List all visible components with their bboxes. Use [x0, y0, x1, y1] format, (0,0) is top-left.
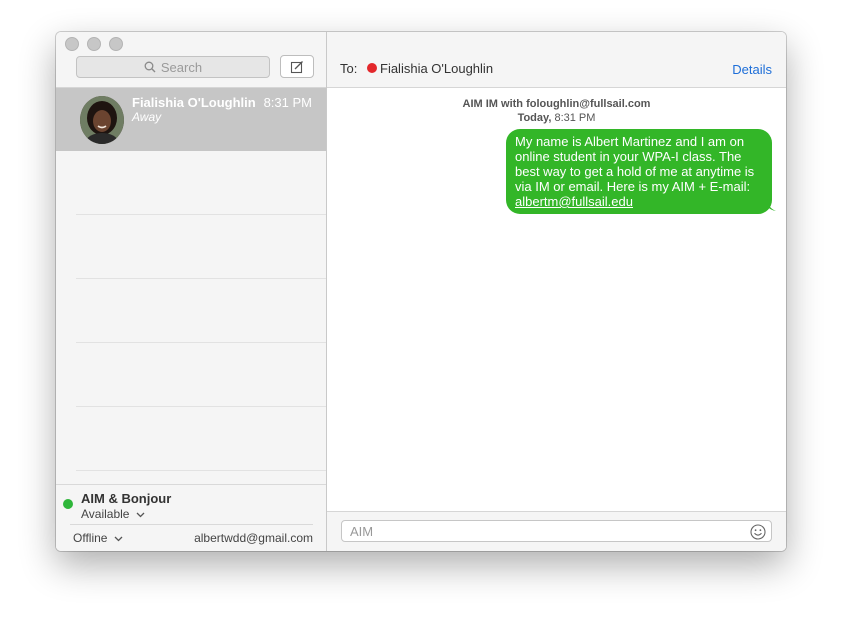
close-window-button[interactable]	[65, 37, 79, 51]
avatar	[80, 96, 124, 144]
message-input[interactable]	[341, 520, 772, 542]
search-icon	[144, 61, 156, 73]
search-placeholder: Search	[160, 59, 203, 75]
list-row-divider	[76, 214, 326, 215]
minimize-window-button[interactable]	[87, 37, 101, 51]
account-status-dot	[63, 499, 73, 509]
list-row-divider	[76, 470, 326, 471]
account-email: albertwdd@gmail.com	[194, 531, 313, 545]
composer-area	[327, 511, 786, 551]
search-input[interactable]: Search	[76, 56, 270, 78]
conversation-pane: To: Fialishia O'Loughlin Details AIM IM …	[327, 32, 786, 551]
offline-label: Offline	[73, 531, 108, 545]
offline-dropdown[interactable]: Offline	[73, 531, 123, 545]
chevron-down-icon	[114, 536, 123, 542]
compose-icon	[290, 60, 303, 73]
account-status-label: Available	[81, 507, 130, 521]
to-label: To:	[340, 61, 358, 76]
chat-date-day: Today,	[517, 112, 552, 124]
account-status-dropdown[interactable]: Available	[81, 507, 145, 521]
chat-timestamp: Today, 8:31 PM	[327, 112, 786, 124]
list-row-divider	[76, 342, 326, 343]
conversation-name: Fialishia O'Loughlin	[132, 95, 256, 110]
chat-service-info: AIM IM with foloughlin@fullsail.com	[462, 98, 651, 110]
account-name: AIM & Bonjour	[81, 491, 172, 506]
recipient-name[interactable]: Fialishia O'Loughlin	[380, 61, 493, 76]
bubble-tail	[767, 199, 776, 211]
messages-window: Search Fialishia O'Loughlin 8:31 PM Away…	[56, 32, 786, 551]
zoom-window-button[interactable]	[109, 37, 123, 51]
window-controls	[65, 37, 123, 51]
message-text: My name is Albert Martinez and I am on o…	[515, 134, 755, 194]
message-email-link[interactable]: albertm@fullsail.edu	[515, 194, 633, 209]
list-row-divider	[76, 278, 326, 279]
conversation-item[interactable]: Fialishia O'Loughlin 8:31 PM Away	[56, 88, 326, 151]
conversation-status: Away	[132, 110, 162, 124]
chat-date-time: 8:31 PM	[554, 112, 596, 124]
account-panel: AIM & Bonjour Available Offline albertwd…	[56, 484, 326, 551]
sidebar: Search Fialishia O'Loughlin 8:31 PM Away…	[56, 32, 327, 551]
conversation-header: To: Fialishia O'Loughlin Details	[327, 32, 786, 88]
list-row-divider	[76, 406, 326, 407]
chevron-down-icon	[136, 512, 145, 518]
compose-button[interactable]	[280, 55, 314, 78]
details-button[interactable]: Details	[732, 62, 772, 77]
recipient-status-dot	[367, 63, 377, 73]
message-bubble[interactable]: My name is Albert Martinez and I am on o…	[506, 129, 772, 214]
account-divider	[70, 524, 313, 525]
conversation-time: 8:31 PM	[263, 95, 312, 110]
emoji-icon[interactable]	[750, 524, 766, 540]
